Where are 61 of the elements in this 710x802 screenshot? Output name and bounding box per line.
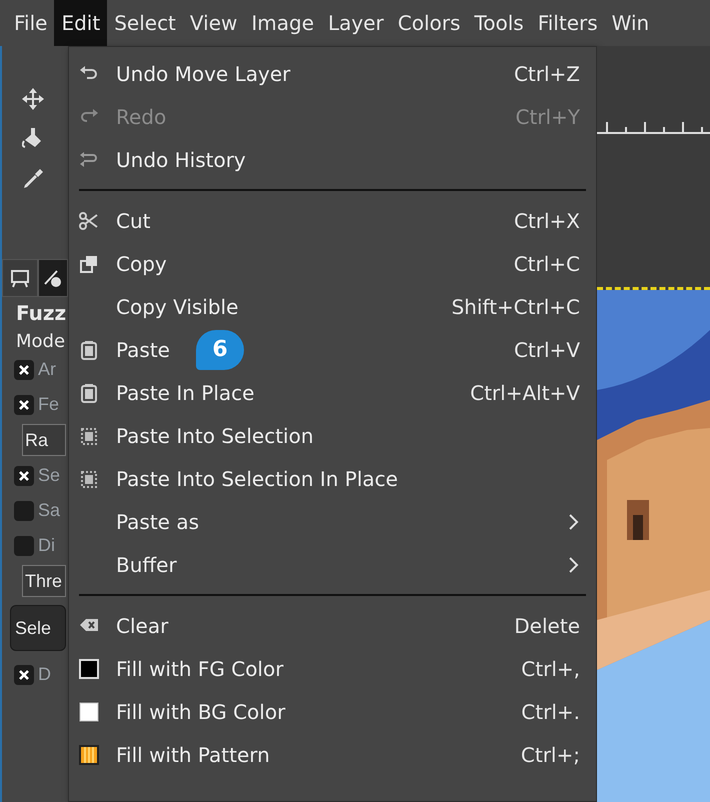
check-icon — [18, 470, 30, 482]
menu-bar-item[interactable]: Colors — [390, 0, 468, 46]
menu-bar-item[interactable]: Edit — [54, 0, 108, 46]
tool-options-title: Fuzz — [15, 301, 68, 325]
select-button[interactable]: Sele — [10, 605, 66, 651]
checkbox[interactable] — [14, 360, 34, 380]
menu-item[interactable]: Clear Delete — [69, 604, 596, 647]
menu-item[interactable]: Paste 6 Ctrl+V — [69, 328, 596, 371]
scissors-icon — [79, 210, 99, 230]
option-label: D — [38, 664, 51, 685]
check-icon — [18, 398, 30, 410]
option-label: Di — [38, 535, 55, 556]
checkbox[interactable] — [14, 536, 34, 556]
swatch-icon — [79, 702, 99, 722]
menu-item[interactable]: Copy Ctrl+C — [69, 242, 596, 285]
menu-bar-item[interactable]: File — [0, 0, 54, 46]
option-label: Se — [38, 465, 60, 486]
menu-item[interactable]: Paste Into Selection In Place — [69, 457, 596, 500]
option-label: Sa — [38, 500, 60, 521]
menu-item[interactable]: Paste Into Selection — [69, 414, 596, 457]
menu-item[interactable]: Paste In Place Ctrl+Alt+V — [69, 371, 596, 414]
clipboard-icon — [79, 382, 99, 402]
menu-bar-item[interactable]: View — [182, 0, 244, 46]
checkbox[interactable] — [14, 664, 34, 684]
callout-badge: 6 — [196, 330, 244, 370]
checkbox[interactable] — [14, 394, 34, 414]
clipboard-icon — [79, 340, 99, 360]
menu-bar-item[interactable]: Layer — [321, 0, 391, 46]
menu-item[interactable]: Undo History — [69, 138, 596, 181]
menu-item[interactable]: Copy Visible Shift+Ctrl+C — [69, 285, 596, 328]
swatch-icon — [79, 658, 99, 678]
menu-item[interactable]: Paste as — [69, 500, 596, 543]
menu-bar-item[interactable]: Tools — [467, 0, 531, 46]
menu-item[interactable]: Buffer — [69, 543, 596, 586]
color-picker-tool-icon — [22, 168, 44, 190]
option-label: Fe — [38, 394, 60, 415]
menu-bar-item[interactable]: Win — [604, 0, 656, 46]
check-icon — [18, 364, 30, 376]
checkbox[interactable] — [14, 466, 34, 486]
menu-bar-item[interactable]: Image — [244, 0, 322, 46]
mode-label: Mode — [15, 331, 66, 352]
undo-history-icon — [79, 150, 99, 170]
dropdown[interactable]: Thre — [22, 565, 66, 597]
check-icon — [18, 668, 30, 680]
move-tool-icon — [22, 88, 44, 110]
dropdown[interactable]: Ra — [22, 424, 66, 456]
menu-item[interactable]: Fill with FG Color Ctrl+, — [69, 647, 596, 690]
checkbox[interactable] — [14, 500, 34, 520]
clipboard-icon — [79, 468, 99, 488]
menu-bar-item[interactable]: Select — [107, 0, 183, 46]
menu-item[interactable]: Cut Ctrl+X — [69, 199, 596, 242]
option-label: Ar — [38, 359, 56, 380]
tool-options-tab-icon — [10, 268, 30, 288]
pattern-icon — [79, 744, 99, 764]
menu-item[interactable]: Fill with Pattern Ctrl+; — [69, 733, 596, 776]
menu-item[interactable]: Undo Move Layer Ctrl+Z — [69, 52, 596, 95]
menu-bar-item[interactable]: Filters — [530, 0, 605, 46]
bucket-fill-tool-icon — [22, 128, 44, 150]
copy-icon — [79, 254, 99, 274]
clipboard-icon — [79, 426, 99, 446]
menu-item[interactable]: Fill with BG Color Ctrl+. — [69, 690, 596, 733]
